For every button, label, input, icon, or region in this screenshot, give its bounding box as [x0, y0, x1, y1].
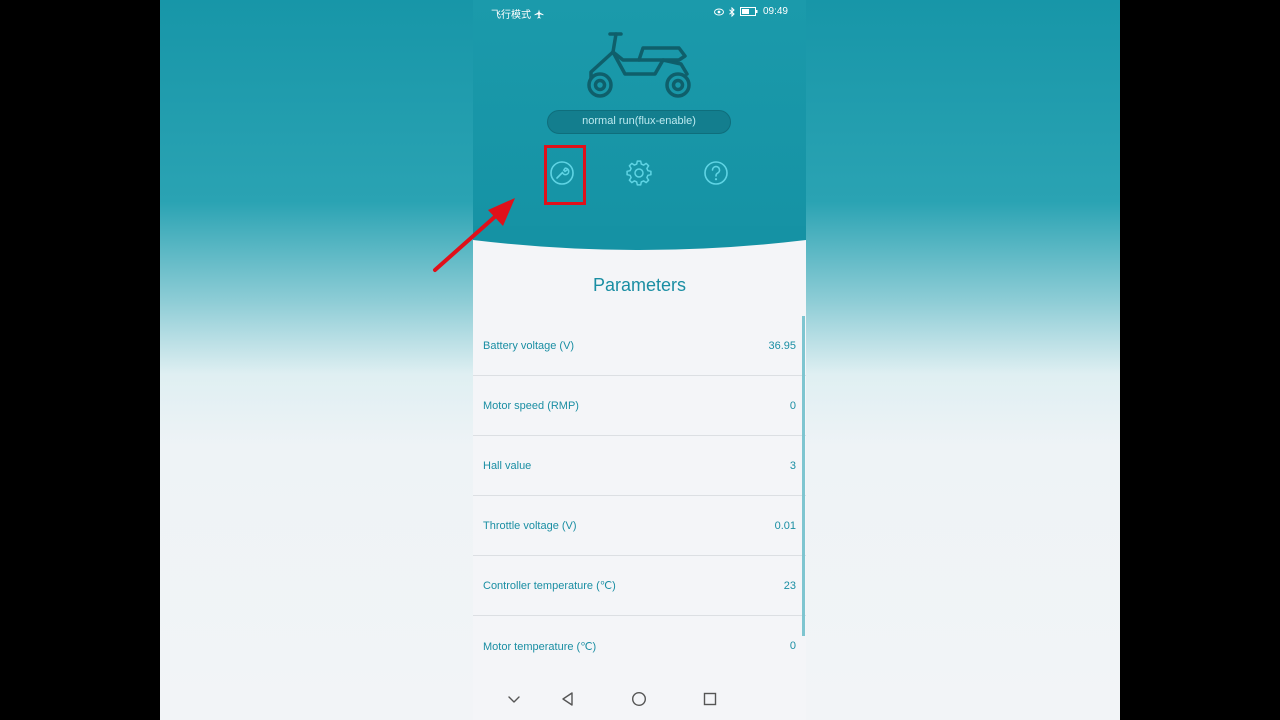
recent-apps-icon[interactable] [702, 691, 718, 707]
hide-keyboard-icon[interactable] [506, 691, 522, 707]
scooter-icon [587, 32, 691, 98]
scrollbar[interactable] [802, 316, 805, 636]
parameters-list: Battery voltage (V) 36.95 Motor speed (R… [473, 316, 806, 676]
status-left: 飞行模式 [491, 6, 544, 21]
param-row-controller-temperature: Controller temperature (℃) 23 [473, 556, 806, 616]
status-bar: 飞行模式 09:49 [473, 0, 806, 24]
bluetooth-icon [729, 6, 735, 17]
param-row-throttle-voltage: Throttle voltage (V) 0.01 [473, 496, 806, 556]
back-icon[interactable] [560, 691, 576, 707]
parameters-title: Parameters [592, 275, 687, 295]
param-label: Motor temperature (℃) [483, 640, 597, 653]
system-nav-bar [473, 678, 806, 720]
param-row-motor-temperature: Motor temperature (℃) 0 [473, 616, 806, 676]
param-value: 0 [789, 399, 796, 412]
help-icon[interactable] [702, 159, 730, 187]
battery-icon [739, 7, 758, 16]
param-value: 36.95 [768, 339, 796, 352]
wrench-icon[interactable] [548, 159, 576, 187]
param-label: Motor speed (RMP) [483, 399, 579, 412]
status-right: 09:49 [713, 6, 788, 17]
param-value: 0 [789, 640, 796, 652]
home-icon[interactable] [631, 691, 647, 707]
param-label: Hall value [483, 459, 532, 472]
status-time: 09:49 [762, 6, 788, 17]
param-value: 0.01 [774, 519, 796, 532]
mode-status-pill: normal run(flux-enable) [547, 110, 731, 134]
airplane-mode-label: 飞行模式 [491, 10, 531, 21]
param-label: Throttle voltage (V) [483, 519, 577, 532]
app-header: 飞行模式 09:49 normal run(flux-enable) [473, 0, 806, 250]
airplane-icon [534, 9, 544, 18]
param-row-hall-value: Hall value 3 [473, 436, 806, 496]
phone-screen: 飞行模式 09:49 normal run(flux-enable) Param… [473, 0, 806, 720]
param-label: Battery voltage (V) [483, 339, 575, 352]
param-row-battery-voltage: Battery voltage (V) 36.95 [473, 316, 806, 376]
param-label: Controller temperature (℃) [483, 580, 616, 592]
param-row-motor-speed: Motor speed (RMP) 0 [473, 376, 806, 436]
red-arrow-icon [433, 198, 515, 272]
header-curve [473, 226, 806, 256]
gear-icon[interactable] [625, 159, 653, 187]
param-value: 3 [789, 459, 796, 472]
eye-icon [713, 8, 724, 15]
param-value: 23 [783, 579, 796, 592]
